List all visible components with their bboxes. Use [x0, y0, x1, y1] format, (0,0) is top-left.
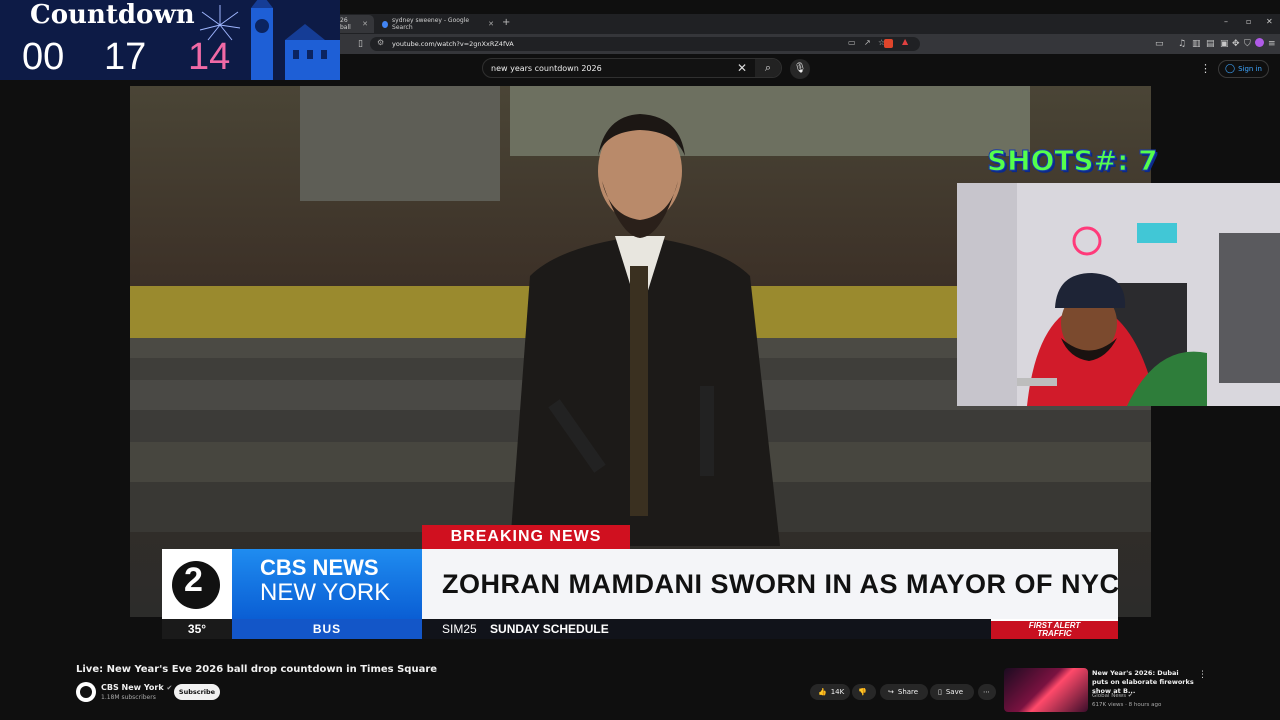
address-bar[interactable]: ⚙ youtube.com/watch?v=2gnXxRZ4fVA ▭ ↗ ☆ …	[370, 37, 920, 51]
verified-icon: ✔	[1127, 692, 1133, 699]
shots-counter: SHOTS#: 7	[987, 144, 1159, 178]
close-window-button[interactable]: ✕	[1266, 17, 1273, 26]
channel-avatar[interactable]	[76, 682, 96, 702]
site-info-icon[interactable]: ⚙	[377, 38, 384, 47]
subscribe-button[interactable]: Subscribe	[174, 684, 220, 700]
headline-text: ZOHRAN MAMDANI SWORN IN AS MAYOR OF NYC	[442, 569, 1120, 599]
google-favicon-icon	[382, 20, 389, 28]
clock-tower-icon	[251, 0, 340, 80]
share-button[interactable]: ↪ Share	[880, 684, 928, 700]
headline-bar: ZOHRAN MAMDANI SWORN IN AS MAYOR OF NYC	[422, 549, 1120, 619]
like-count: 14K	[830, 688, 845, 696]
extension-rewards-icon[interactable]: ▲	[902, 37, 908, 46]
thumbs-down-icon: 👎	[858, 688, 867, 696]
tab-google-search[interactable]: sydney sweeney - Google Search ✕	[376, 15, 500, 33]
share-page-icon[interactable]: ↗	[864, 38, 871, 47]
breaking-news-banner: BREAKING NEWS	[422, 525, 630, 549]
countdown-overlay: Countdown 00 17 14	[0, 0, 340, 80]
leo-ai-icon[interactable]	[1255, 38, 1264, 47]
first-alert-traffic-badge: FIRST ALERT TRAFFIC	[991, 619, 1118, 639]
more-actions-button[interactable]: ⋯	[978, 684, 996, 700]
share-icon: ↪	[888, 688, 894, 696]
wallet-icon[interactable]: ▣	[1220, 38, 1229, 50]
puzzle-icon[interactable]: ✥	[1232, 38, 1240, 50]
verified-icon: ✔	[166, 684, 173, 692]
webcam-overlay	[957, 183, 1280, 406]
recommended-menu-icon[interactable]: ⋮	[1198, 670, 1207, 680]
first-alert-line-2: TRAFFIC	[1037, 629, 1072, 638]
countdown-hours: 00	[22, 36, 65, 78]
menu-icon[interactable]: ≡	[1268, 38, 1276, 50]
share-label: Share	[897, 688, 919, 696]
temperature: 35°	[162, 619, 232, 639]
ticker-text: SUNDAY SCHEDULE	[490, 622, 609, 636]
sign-in-button[interactable]: ◯ Sign in	[1218, 60, 1269, 78]
countdown-seconds: 14	[188, 36, 231, 78]
cast-icon[interactable]: ▭	[1155, 38, 1164, 50]
save-button[interactable]: ▯ Save	[930, 684, 974, 700]
search-box[interactable]: new years countdown 2026 ✕ ⌕	[482, 58, 782, 78]
new-tab-button[interactable]: +	[502, 18, 510, 28]
bookmark-icon[interactable]: ▯	[358, 38, 363, 50]
brand-line-1: CBS NEWS	[260, 555, 379, 580]
close-tab-icon[interactable]: ✕	[488, 20, 494, 28]
dislike-button[interactable]: 👎	[852, 684, 876, 700]
minimize-button[interactable]: –	[1224, 17, 1228, 26]
countdown-minutes: 17	[104, 36, 147, 78]
subscriber-count: 1.18M subscribers	[101, 694, 156, 701]
sign-in-label: Sign in	[1238, 65, 1262, 73]
recommended-video-thumbnail[interactable]	[1004, 668, 1088, 712]
recommended-views: 617K views · 8 hours ago	[1092, 702, 1162, 708]
tab-label: 26 ball	[340, 17, 351, 31]
cbs-news-new-york-brand: CBS NEWS NEW YORK	[232, 549, 422, 619]
voice-search-icon[interactable]: 🎙	[790, 59, 810, 79]
account-icon: ◯	[1225, 64, 1236, 74]
search-input[interactable]: new years countdown 2026	[491, 64, 602, 73]
save-icon: ▯	[938, 688, 942, 696]
channel-name-text: CBS New York	[101, 683, 164, 692]
video-title: Live: New Year's Eve 2026 ball drop coun…	[76, 664, 438, 675]
ticker-message: SIM25 SUNDAY SCHEDULE	[422, 619, 992, 639]
brand-line-2: NEW YORK	[260, 579, 391, 606]
countdown-title: Countdown	[30, 0, 195, 30]
news-ticker: 35° BUS SIM25 SUNDAY SCHEDULE FIRST ALER…	[162, 619, 1118, 639]
install-icon[interactable]: ▭	[848, 38, 856, 47]
clear-search-icon[interactable]: ✕	[737, 61, 747, 75]
shield-icon[interactable]: ⛉	[1244, 38, 1251, 50]
ticker-route: SIM25	[442, 622, 477, 636]
restore-button[interactable]: ▫	[1246, 17, 1251, 26]
tab-active-video[interactable]: 26 ball ✕	[334, 15, 374, 33]
thumbs-up-icon: 👍	[818, 688, 827, 696]
sidebar-icon[interactable]: ▥	[1192, 38, 1201, 50]
url-text: youtube.com/watch?v=2gnXxRZ4fVA	[392, 40, 514, 48]
channel-name[interactable]: CBS New York ✔	[101, 683, 172, 692]
save-label: Save	[945, 688, 964, 696]
like-button[interactable]: 👍 14K	[810, 684, 850, 700]
ticker-category: BUS	[232, 619, 422, 639]
more-icon: ⋯	[983, 688, 990, 696]
cbs2-logo: 2	[162, 549, 232, 619]
webcam-scene	[957, 183, 1280, 406]
search-button[interactable]: ⌕	[755, 59, 781, 77]
close-tab-icon[interactable]: ✕	[362, 20, 368, 28]
extension-brave-icon[interactable]	[884, 39, 893, 48]
settings-menu-icon[interactable]: ⋮	[1200, 62, 1211, 75]
recommended-channel[interactable]: Global News	[1092, 693, 1126, 699]
media-icon[interactable]: ♫	[1178, 38, 1186, 50]
tabs-icon[interactable]: ▤	[1206, 38, 1215, 50]
tab-label: sydney sweeney - Google Search	[392, 17, 470, 31]
recommended-video-meta: Global News ✔ 617K views · 8 hours ago	[1092, 691, 1161, 710]
station-number: 2	[184, 561, 203, 599]
